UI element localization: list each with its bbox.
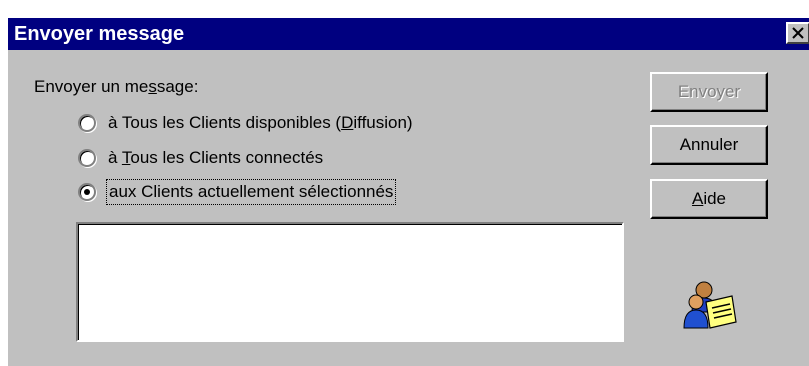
radio-selected-clients[interactable]: aux Clients actuellement sélectionnés xyxy=(78,179,397,205)
help-button[interactable]: Aide xyxy=(650,179,768,219)
screen-background-left xyxy=(0,0,8,366)
send-message-dialog: Envoyer message Envoyer un message: à To… xyxy=(0,0,809,366)
radio-all-available[interactable]: à Tous les Clients disponibles (Diffusio… xyxy=(78,112,413,134)
message-text-area[interactable] xyxy=(76,222,624,342)
title-bar: Envoyer message xyxy=(8,18,809,50)
radio-all-connected[interactable]: à Tous les Clients connectés xyxy=(78,147,323,169)
screen-background-top xyxy=(0,0,809,18)
send-group-label: Envoyer un message: xyxy=(34,77,199,96)
close-icon xyxy=(792,27,804,39)
radio-button-all-available[interactable] xyxy=(78,114,96,132)
radio-label-all-connected: à Tous les Clients connectés xyxy=(108,148,324,167)
cancel-button[interactable]: Annuler xyxy=(650,125,768,165)
send-button[interactable]: Envoyer xyxy=(650,72,768,112)
radio-label-selected-clients: aux Clients actuellement sélectionnés xyxy=(105,179,397,205)
users-message-icon xyxy=(680,278,740,334)
close-button[interactable] xyxy=(786,22,809,44)
radio-label-all-available: à Tous les Clients disponibles (Diffusio… xyxy=(108,113,413,132)
radio-button-selected-clients[interactable] xyxy=(78,183,96,201)
radio-button-all-connected[interactable] xyxy=(78,149,96,167)
window-title: Envoyer message xyxy=(14,23,185,45)
